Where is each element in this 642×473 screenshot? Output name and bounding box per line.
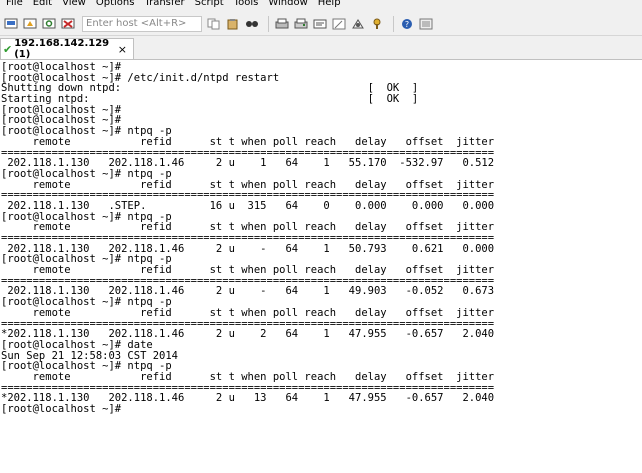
terminal-line: remote refid st t when poll reach delay …	[1, 135, 495, 148]
menu-options[interactable]: Options	[96, 0, 135, 9]
menu-help[interactable]: Help	[318, 0, 341, 9]
menu-transfer[interactable]: Transfer	[144, 0, 184, 9]
toolbar-separator	[393, 15, 394, 32]
terminal-line: remote refid st t when poll reach delay …	[1, 306, 495, 319]
print-setup-icon[interactable]	[293, 16, 309, 32]
menu-script[interactable]: Script	[195, 0, 224, 9]
help-icon[interactable]: ?	[399, 16, 415, 32]
session-tab[interactable]: ✔ 192.168.142.129 (1) ×	[0, 38, 134, 60]
session-options-icon[interactable]	[312, 16, 328, 32]
paste-icon[interactable]	[225, 16, 241, 32]
terminal-line: [root@localhost ~]# date	[1, 338, 153, 351]
menu-edit[interactable]: Edit	[33, 0, 52, 9]
reconnect-icon[interactable]	[41, 16, 57, 32]
close-tab-icon[interactable]: ×	[118, 43, 127, 56]
menu-view[interactable]: View	[62, 0, 86, 9]
find-icon[interactable]	[244, 16, 260, 32]
terminal-line: [root@localhost ~]# ntpq -p	[1, 167, 172, 180]
session-tab-label: 192.168.142.129 (1)	[14, 38, 110, 60]
disconnect-icon[interactable]	[60, 16, 76, 32]
connect-icon[interactable]	[3, 16, 19, 32]
menu-tools[interactable]: Tools	[234, 0, 259, 9]
keymap-icon[interactable]	[369, 16, 385, 32]
svg-text:?: ?	[405, 20, 409, 29]
print-icon[interactable]	[274, 16, 290, 32]
menu-bar: File Edit View Options Transfer Script T…	[0, 0, 642, 12]
copy-icon[interactable]	[206, 16, 222, 32]
menu-file[interactable]: File	[6, 0, 23, 9]
terminal-output[interactable]: [root@localhost ~]# [root@localhost ~]# /…	[0, 60, 642, 473]
toolbar-separator	[268, 15, 269, 32]
menu-window[interactable]: Window	[268, 0, 307, 9]
session-tab-bar: ✔ 192.168.142.129 (1) ×	[0, 36, 642, 60]
toolbar: Enter host <Alt+R> ?	[0, 12, 642, 36]
terminal-line: [root@localhost ~]#	[1, 403, 122, 415]
quick-connect-icon[interactable]	[22, 16, 38, 32]
settings-icon[interactable]	[331, 16, 347, 32]
connected-check-icon: ✔	[3, 42, 13, 56]
sftp-icon[interactable]	[350, 16, 366, 32]
host-input[interactable]: Enter host <Alt+R>	[82, 15, 202, 32]
screen-icon[interactable]	[418, 16, 434, 32]
